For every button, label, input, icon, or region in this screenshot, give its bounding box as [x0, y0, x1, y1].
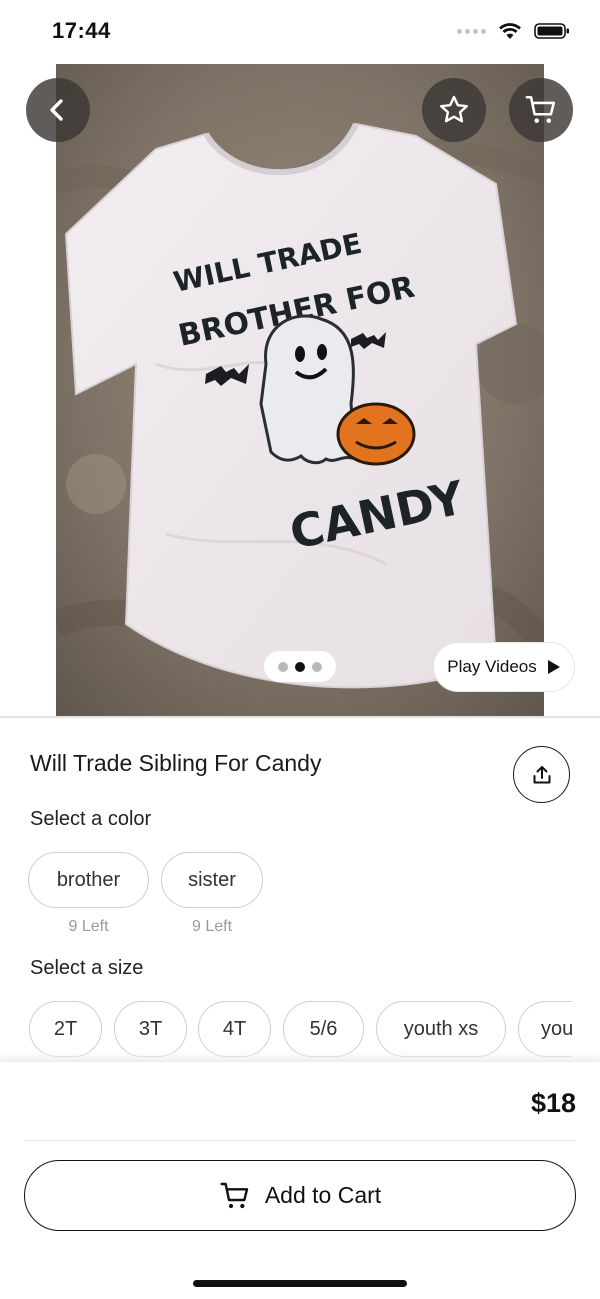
size-option-label: 5/6 [309, 1017, 338, 1040]
tshirt-photo: WILL TRADE BROTHER FOR CANDY [56, 64, 544, 716]
share-icon [533, 765, 550, 783]
size-option-label: youth xs [403, 1017, 479, 1040]
add-to-cart-label: Add to Cart [264, 1182, 382, 1208]
pager-dot-active[interactable] [295, 661, 305, 672]
size-option-youth-partial[interactable]: you [518, 1001, 572, 1057]
color-option-label: sister [188, 868, 236, 891]
image-pager[interactable] [264, 651, 336, 682]
star-outline-icon [440, 95, 468, 123]
pager-dot[interactable] [278, 661, 288, 672]
size-option-label: 4T [222, 1017, 247, 1040]
size-option-4t[interactable]: 4T [198, 1001, 271, 1057]
size-option-label: 2T [53, 1017, 78, 1040]
chevron-left-icon [50, 99, 63, 121]
play-videos-label: Play Videos [447, 657, 537, 676]
size-option-2t[interactable]: 2T [29, 1001, 102, 1057]
cart-button[interactable] [509, 78, 573, 142]
color-option-sister[interactable]: sister [161, 852, 263, 908]
size-option-3t[interactable]: 3T [114, 1001, 187, 1057]
divider [24, 1140, 576, 1141]
signal-dots-icon [457, 28, 486, 34]
divider [0, 716, 600, 718]
wifi-icon [499, 23, 521, 39]
pumpkin-graphic [336, 402, 416, 466]
add-to-cart-button[interactable]: Add to Cart [24, 1160, 576, 1231]
cart-icon [525, 95, 556, 123]
size-option-youth-xs[interactable]: youth xs [376, 1001, 506, 1057]
size-option-label: you [541, 1017, 572, 1040]
play-videos-button[interactable]: Play Videos [433, 642, 575, 692]
size-option-label: 3T [138, 1017, 163, 1040]
product-title: Will Trade Sibling For Candy [30, 750, 322, 776]
stock-count: 9 Left [191, 918, 233, 935]
pager-dot[interactable] [312, 661, 322, 672]
back-button[interactable] [26, 78, 90, 142]
cart-icon [220, 1182, 249, 1208]
battery-icon [534, 23, 569, 39]
favorite-button[interactable] [422, 78, 486, 142]
status-icons [457, 22, 570, 40]
color-option-label: brother [56, 868, 121, 891]
size-option-5-6[interactable]: 5/6 [283, 1001, 364, 1057]
size-section-label: Select a size [30, 957, 144, 979]
color-section-label: Select a color [30, 808, 152, 830]
product-price: $18 [530, 1088, 576, 1118]
share-button[interactable] [513, 746, 570, 803]
product-image[interactable]: WILL TRADE BROTHER FOR CANDY [56, 64, 544, 716]
status-bar: 17:44 [0, 0, 600, 64]
home-indicator[interactable] [193, 1280, 407, 1287]
color-option-brother[interactable]: brother [28, 852, 149, 908]
status-time: 17:44 [52, 18, 111, 43]
stock-count: 9 Left [68, 918, 109, 935]
play-icon [547, 660, 560, 674]
